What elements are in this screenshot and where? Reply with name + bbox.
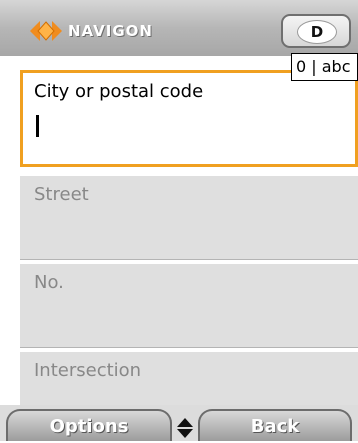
text-cursor <box>36 115 39 137</box>
input-mode-indicator: 0 | abc <box>291 53 358 81</box>
navigon-logo-icon <box>30 21 62 41</box>
softkey-bar: Options Back <box>0 405 358 441</box>
street-field-label: Street <box>34 184 89 205</box>
intersection-input[interactable]: Intersection <box>20 352 358 408</box>
city-field-label: City or postal code <box>34 81 204 102</box>
country-selector-button[interactable]: D <box>281 14 351 48</box>
back-softkey-button[interactable]: Back <box>198 409 352 441</box>
intersection-field-label: Intersection <box>34 360 142 381</box>
number-field-label: No. <box>34 272 64 293</box>
house-number-input[interactable]: No. <box>20 264 358 348</box>
brand-name: NAVIGON <box>68 22 153 40</box>
city-postal-code-input[interactable]: City or postal code <box>20 70 358 167</box>
options-softkey-button[interactable]: Options <box>6 409 172 441</box>
country-code: D <box>297 20 337 44</box>
app-header: NAVIGON D <box>0 0 358 56</box>
up-down-arrows-icon <box>177 418 193 438</box>
street-input[interactable]: Street <box>20 176 358 260</box>
